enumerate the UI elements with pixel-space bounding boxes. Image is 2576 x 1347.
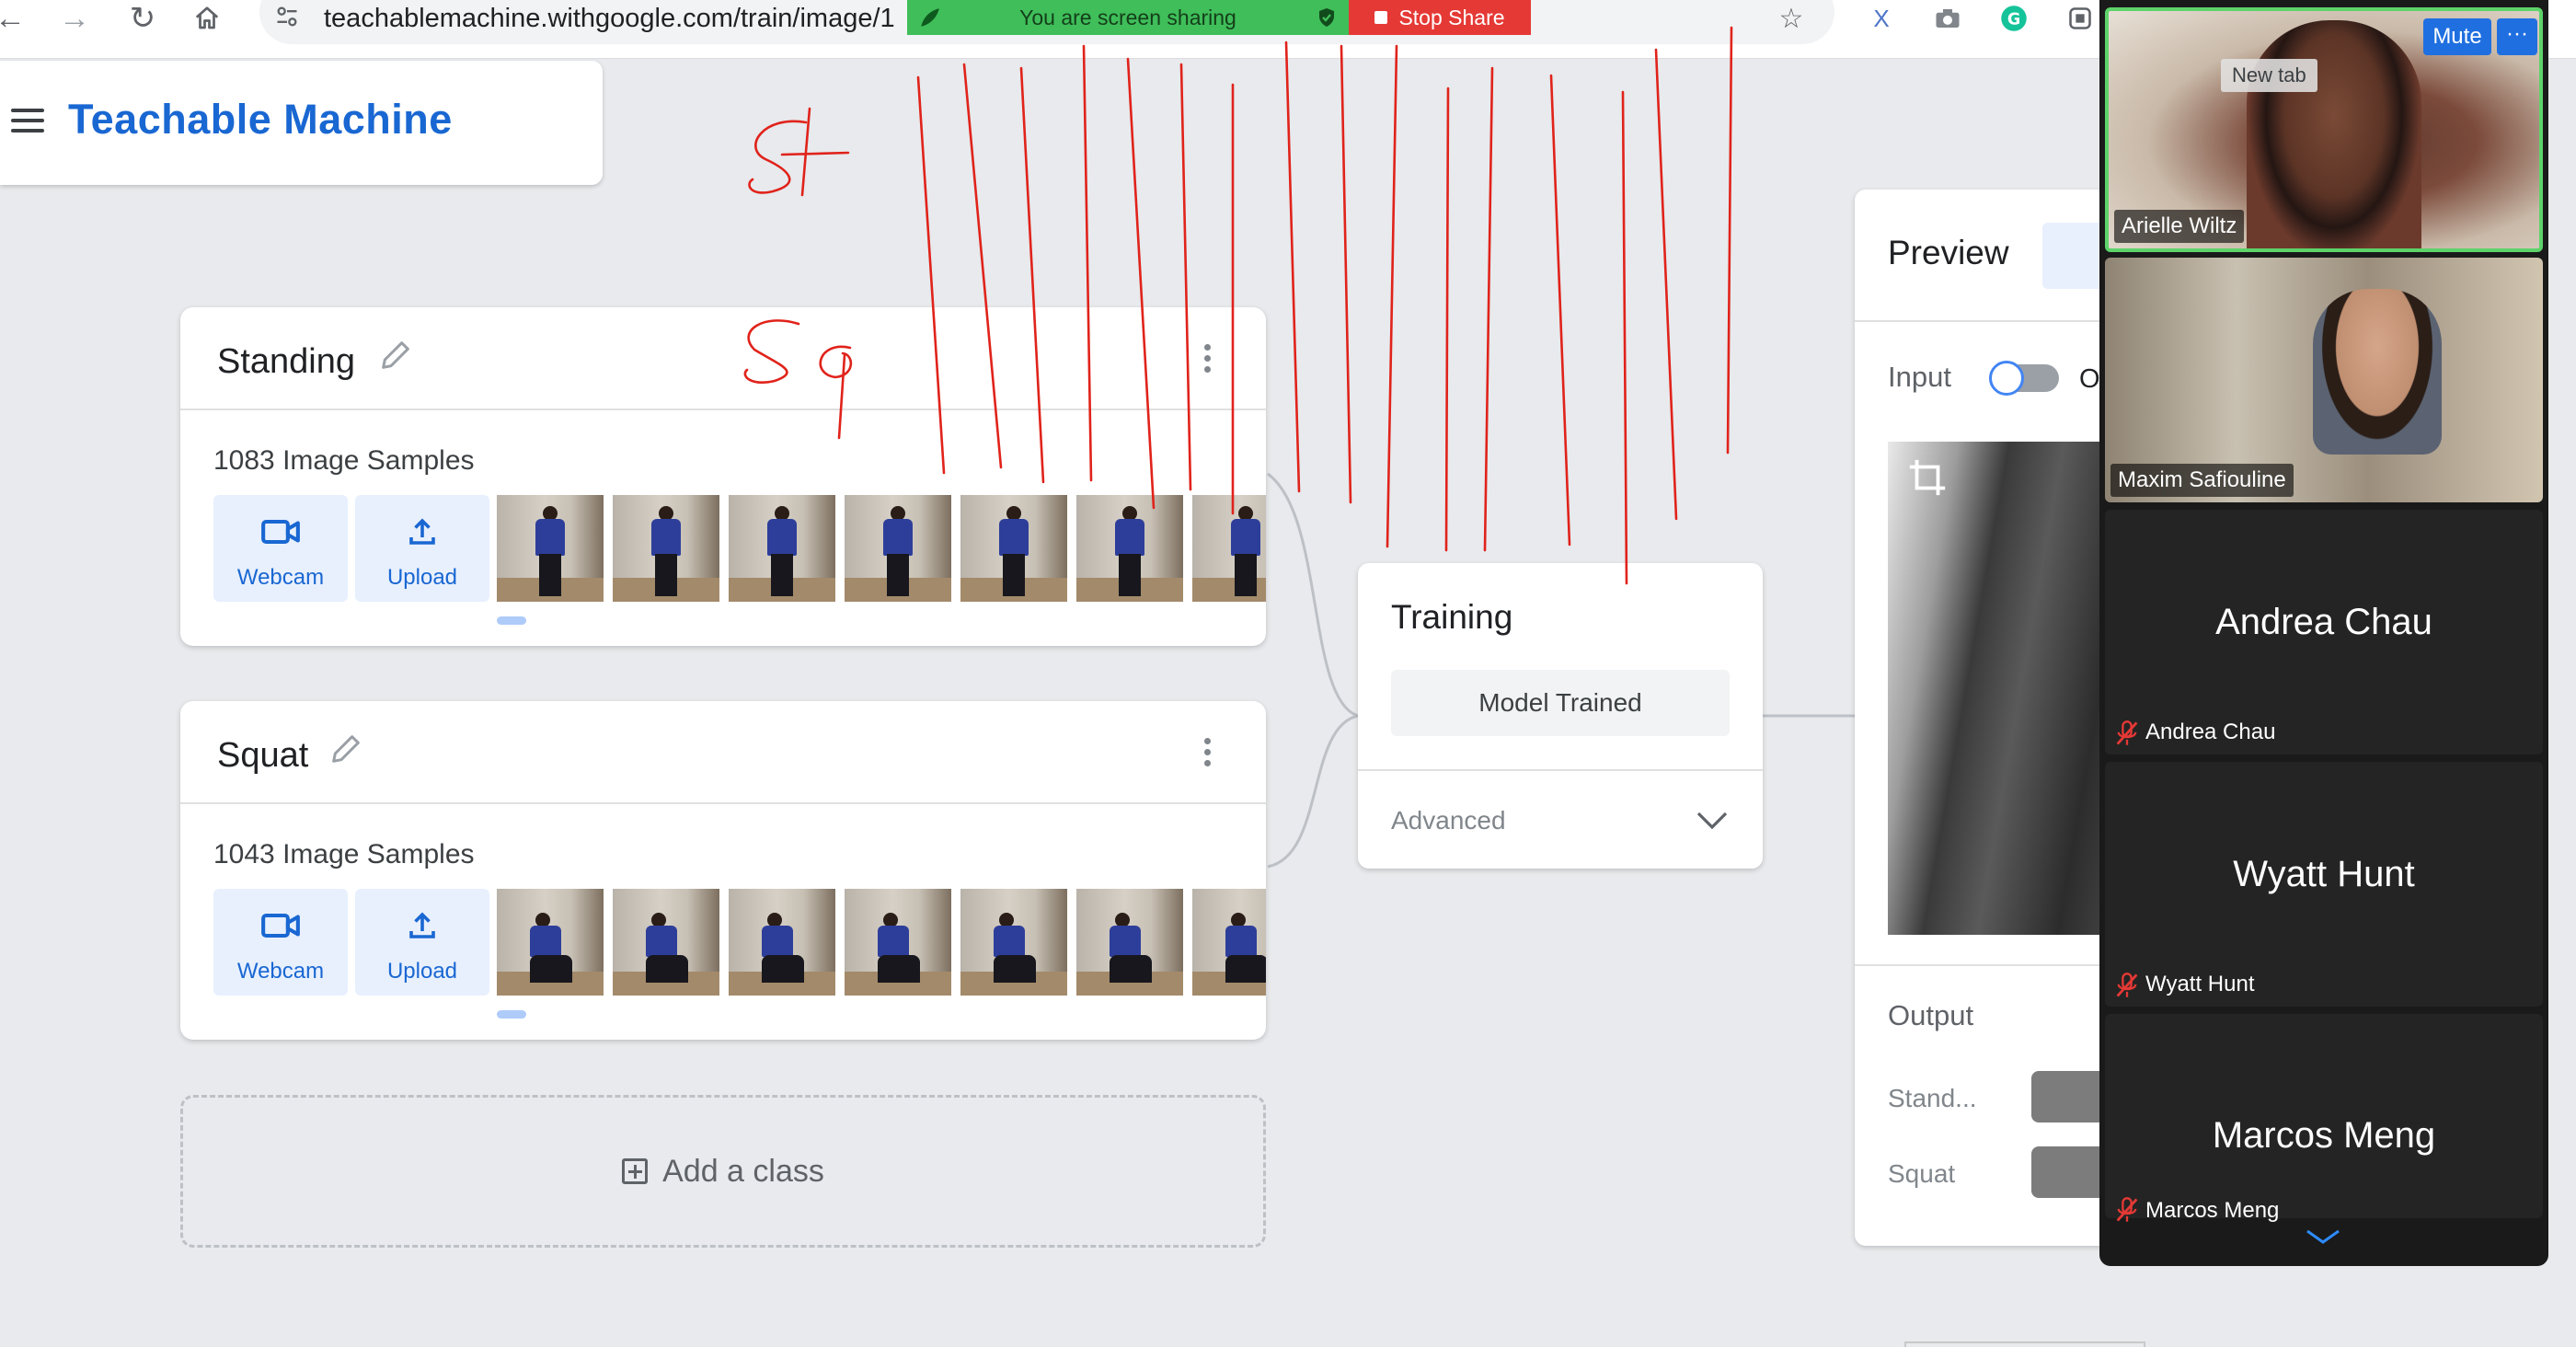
upload-label: Upload (386, 959, 458, 984)
participant-name: Andrea Chau (2145, 720, 2276, 744)
input-toggle[interactable] (1989, 361, 2059, 396)
thumbnail-scrollbar[interactable] (497, 1010, 526, 1019)
participant-video-frame (2313, 289, 2442, 455)
sample-thumbnail[interactable] (845, 889, 951, 996)
webcam-label: Webcam (236, 565, 325, 590)
model-trained-button[interactable]: Model Trained (1391, 670, 1730, 736)
sample-thumbnail[interactable] (1076, 889, 1183, 996)
webcam-label: Webcam (236, 959, 325, 984)
new-tab-tooltip: New tab (2221, 59, 2317, 92)
mic-muted-icon (2116, 973, 2138, 997)
webcam-preview (1888, 442, 2122, 935)
crop-icon[interactable] (1906, 456, 1949, 499)
sample-thumbnail[interactable] (1192, 889, 1266, 996)
participant-name: Arielle Wiltz (2114, 210, 2245, 243)
class-name[interactable]: Squat (217, 736, 308, 776)
upload-button[interactable]: Upload (355, 495, 489, 602)
participant-video-frame (2247, 20, 2421, 248)
training-title: Training (1391, 598, 1513, 636)
more-options-button[interactable]: ··· (2497, 18, 2537, 55)
participant-name: Maxim Safiouline (2110, 464, 2294, 497)
add-class-label: Add a class (662, 1153, 824, 1189)
upload-label: Upload (386, 565, 458, 590)
sample-count: 1043 Image Samples (213, 839, 475, 869)
thumbnail-scrollbar[interactable] (497, 616, 526, 625)
webcam-button[interactable]: Webcam (213, 495, 348, 602)
sample-thumbnail[interactable] (960, 495, 1067, 602)
divider (1855, 964, 2122, 966)
add-box-icon (622, 1158, 649, 1184)
upload-icon (355, 909, 489, 947)
class-card-squat: Squat 1043 Image Samples Webcam Upload (180, 701, 1266, 1040)
participant-name: Wyatt Hunt (2145, 972, 2255, 996)
edit-pencil-icon[interactable] (377, 337, 414, 374)
participant-display-name: Andrea Chau (2215, 602, 2432, 642)
class-card-standing: Standing 1083 Image Samples Webcam Uploa… (180, 307, 1266, 646)
chevron-down-icon[interactable] (1695, 810, 1730, 832)
video-participant-panel: Arielle Wiltz Maxim Safiouline Andrea Ch… (2099, 0, 2548, 1266)
more-options-icon[interactable] (1202, 738, 1213, 771)
mute-button[interactable]: Mute (2423, 18, 2491, 55)
webcam-button[interactable]: Webcam (213, 889, 348, 996)
training-card: Training Model Trained Advanced (1358, 563, 1763, 869)
input-label: Input (1888, 361, 1951, 393)
sample-thumbnail[interactable] (1076, 495, 1183, 602)
participant-tile[interactable]: Andrea Chau Andrea Chau (2105, 510, 2543, 754)
sample-thumbnail[interactable] (960, 889, 1067, 996)
participant-tile[interactable]: Wyatt Hunt Wyatt Hunt (2105, 762, 2543, 1007)
output-class-label: Squat (1888, 1159, 1956, 1188)
sample-thumbnail[interactable] (729, 889, 835, 996)
participant-display-name: Marcos Meng (2212, 1115, 2436, 1156)
more-options-icon[interactable] (1202, 344, 1213, 377)
divider (1358, 769, 1763, 771)
edit-pencil-icon[interactable] (328, 731, 364, 767)
video-camera-icon (213, 515, 348, 553)
preview-panel: Preview Input O Output Stand... Squat (1855, 190, 2122, 1246)
mic-muted-icon (2116, 1197, 2138, 1222)
sample-count: 1083 Image Samples (213, 445, 475, 476)
participant-video-tile[interactable]: Maxim Safiouline (2105, 258, 2543, 502)
sample-thumbnail[interactable] (729, 495, 835, 602)
sample-thumbnail[interactable] (1192, 495, 1266, 602)
page-bottom-edge (1904, 1341, 2145, 1347)
input-toggle-text: O (2079, 364, 2100, 394)
sample-thumbnail[interactable] (613, 889, 719, 996)
add-class-button[interactable]: Add a class (180, 1095, 1266, 1248)
class-card-header: Standing (180, 307, 1266, 410)
class-name[interactable]: Standing (217, 342, 355, 382)
mic-muted-icon (2116, 720, 2138, 745)
sample-thumbnail[interactable] (497, 889, 604, 996)
preview-title: Preview (1888, 234, 2009, 271)
upload-button[interactable]: Upload (355, 889, 489, 996)
sample-thumbnail[interactable] (613, 495, 719, 602)
sample-thumbnail[interactable] (497, 495, 604, 602)
participant-name: Marcos Meng (2145, 1198, 2280, 1223)
participant-tile[interactable]: Marcos Meng Marcos Meng (2105, 1014, 2543, 1223)
video-camera-icon (213, 909, 348, 947)
class-card-header: Squat (180, 701, 1266, 804)
upload-icon (355, 515, 489, 553)
divider (1855, 320, 2122, 322)
output-label: Output (1888, 999, 1974, 1031)
participant-display-name: Wyatt Hunt (2233, 854, 2415, 894)
advanced-toggle[interactable]: Advanced (1391, 806, 1506, 835)
output-class-label: Stand... (1888, 1084, 1977, 1112)
scroll-down-chevron-icon[interactable] (2304, 1226, 2342, 1248)
sample-thumbnail[interactable] (845, 495, 951, 602)
